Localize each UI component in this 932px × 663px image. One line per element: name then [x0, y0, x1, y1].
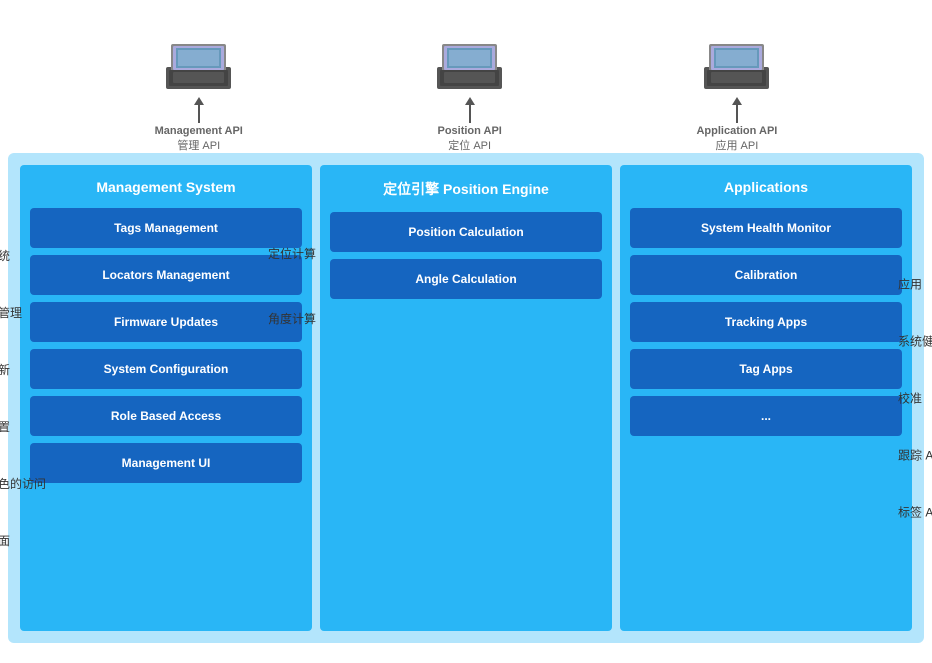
- server-position: Position API 定位 API: [432, 32, 507, 153]
- left-side-labels: 管理系统 定位器管理 固件更新 系统配置 基于角色的访问 管理界面: [0, 247, 46, 549]
- arrow-application: [732, 97, 742, 123]
- position-engine-panel: 定位计算 角度计算 定位引擎 Position Engine Position …: [320, 165, 612, 631]
- arrow-management: [194, 97, 204, 123]
- system-configuration-btn[interactable]: System Configuration: [30, 349, 302, 389]
- position-api-cn: 定位 API: [437, 137, 501, 153]
- label-angle-calc: 角度计算: [268, 310, 316, 327]
- server-management: Management API 管理 API: [155, 32, 243, 153]
- system-health-monitor-btn[interactable]: System Health Monitor: [630, 208, 902, 248]
- position-calculation-btn[interactable]: Position Calculation: [330, 212, 602, 252]
- more-btn[interactable]: ...: [630, 396, 902, 436]
- label-sysconfg: 系统配置: [0, 418, 46, 435]
- label-pos-calc: 定位计算: [268, 245, 316, 262]
- calibration-btn[interactable]: Calibration: [630, 255, 902, 295]
- label-rolebased: 基于角色的访问: [0, 475, 46, 492]
- server-application: Application API 应用 API: [696, 32, 777, 153]
- applications-title: Applications: [630, 175, 902, 201]
- management-system-panel: 管理系统 定位器管理 固件更新 系统配置 基于角色的访问 管理界面 Manage…: [20, 165, 312, 631]
- tracking-apps-btn[interactable]: Tracking Apps: [630, 302, 902, 342]
- locators-management-btn[interactable]: Locators Management: [30, 255, 302, 295]
- arrow-position: [465, 97, 475, 123]
- label-tracking: 跟踪 App: [898, 447, 932, 464]
- label-mgmt-system: 管理系统: [0, 247, 46, 264]
- application-api-cn: 应用 API: [696, 137, 777, 153]
- management-api-cn: 管理 API: [155, 137, 243, 153]
- role-based-access-btn[interactable]: Role Based Access: [30, 396, 302, 436]
- server-position-icon: [432, 32, 507, 97]
- tag-apps-btn[interactable]: Tag Apps: [630, 349, 902, 389]
- position-api-labels: Position API 定位 API: [437, 125, 501, 153]
- label-firmware: 固件更新: [0, 361, 46, 378]
- tags-management-btn[interactable]: Tags Management: [30, 208, 302, 248]
- label-syshealth: 系统健康监控: [898, 333, 932, 350]
- label-applications-right: 应用: [898, 276, 932, 293]
- label-tagapps: 标签 App: [898, 504, 932, 521]
- management-api-en: Management API: [155, 125, 243, 137]
- management-ui-btn[interactable]: Management UI: [30, 443, 302, 483]
- label-locators: 定位器管理: [0, 304, 46, 321]
- angle-calculation-btn[interactable]: Angle Calculation: [330, 259, 602, 299]
- firmware-updates-btn[interactable]: Firmware Updates: [30, 302, 302, 342]
- applications-panel: 应用 系统健康监控 校准 跟踪 App 标签 App Applications …: [620, 165, 912, 631]
- label-mgmtui: 管理界面: [0, 532, 46, 549]
- page-wrapper: Management API 管理 API Position API 定位: [0, 8, 932, 663]
- application-api-labels: Application API 应用 API: [696, 125, 777, 153]
- position-api-en: Position API: [437, 125, 501, 137]
- right-side-labels: 应用 系统健康监控 校准 跟踪 App 标签 App: [898, 276, 932, 521]
- label-calibration: 校准: [898, 390, 932, 407]
- server-application-icon: [699, 32, 774, 97]
- server-management-icon: [161, 32, 236, 97]
- mgmt-system-title: Management System: [30, 175, 302, 201]
- application-api-en: Application API: [696, 125, 777, 137]
- management-api-labels: Management API 管理 API: [155, 125, 243, 153]
- main-diagram: 管理系统 定位器管理 固件更新 系统配置 基于角色的访问 管理界面 Manage…: [8, 153, 924, 643]
- position-engine-title: 定位引擎 Position Engine: [330, 175, 602, 205]
